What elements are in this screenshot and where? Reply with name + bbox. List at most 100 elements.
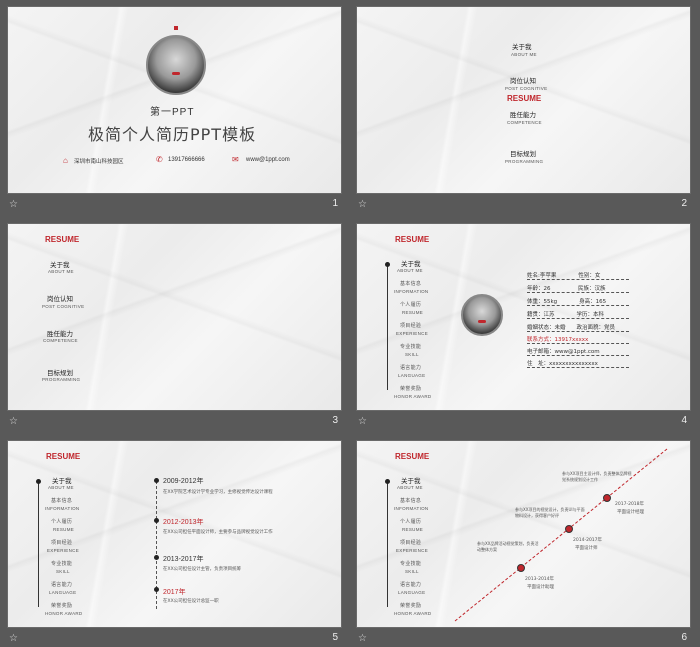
star-icon[interactable]: ☆ — [358, 199, 367, 210]
slide-footer-4: ☆ 4 — [356, 413, 691, 433]
menu-comp-en: COMPETENCE — [507, 120, 542, 125]
slide1-web: www@1ppt.com — [246, 157, 290, 163]
menu-plan-en: PROGRAMMING — [42, 377, 81, 382]
timeline-text: 在XX公司担任设计总监一职 — [163, 599, 219, 604]
side-lang-cn: 语言能力 — [51, 582, 73, 588]
home-icon: ⌂ — [63, 156, 68, 165]
timeline-dot — [154, 518, 159, 523]
side-skill-en: SKILL — [405, 352, 419, 357]
phone-icon: ✆ — [156, 155, 163, 164]
side-about-cn: 关于我 — [401, 260, 421, 268]
resume-heading: RESUME — [395, 235, 430, 244]
menu-post-en: POST COGNITIVE — [42, 304, 85, 309]
diagonal-timeline — [454, 448, 668, 622]
menu-post-cn: 岗位认知 — [510, 77, 536, 85]
slide-thumbnail-3[interactable]: RESUME 关于我 ABOUT ME 岗位认知 POST COGNITIVE … — [7, 223, 342, 435]
info-row: 姓名:李苹果 性别：女 — [527, 271, 629, 280]
info-row-contact: 联系方式：13917xxxxx — [527, 335, 629, 344]
menu-resume: RESUME — [507, 94, 542, 103]
timeline-text: 在XX公司担任设计主管，负责项目统筹 — [163, 567, 242, 572]
menu-comp-en: COMPETENCE — [43, 338, 78, 343]
milestone-year: 2013-2014年 — [525, 577, 555, 582]
timeline-text: 在XX学院艺术设计学专业学习，主修视觉传达设计课程 — [163, 490, 273, 495]
side-honor-cn: 荣誉奖励 — [400, 386, 422, 392]
slide-canvas-3: RESUME 关于我 ABOUT ME 岗位认知 POST COGNITIVE … — [7, 223, 342, 411]
slide-thumbnail-5[interactable]: RESUME 关于我 ABOUT ME 基本信息 INFORMATION 个人履… — [7, 440, 342, 647]
menu-plan-cn: 目标规划 — [510, 150, 536, 158]
side-info-cn: 基本信息 — [51, 498, 73, 504]
red-marker — [174, 26, 178, 30]
milestone-year: 2014-2017年 — [573, 538, 603, 543]
resume-heading: RESUME — [46, 452, 81, 461]
milestone-role: 平面设计助理 — [527, 585, 554, 590]
menu-about-en: ABOUT ME — [511, 52, 537, 57]
star-icon[interactable]: ☆ — [358, 416, 367, 427]
milestone-role: 平面设计经理 — [617, 510, 644, 515]
side-exp-en: EXPERIENCE — [396, 331, 429, 336]
slide-canvas-1: 第一PPT 极简个人简历PPT模板 ⌂ 深圳市南山科技园区 ✆ 13917666… — [7, 6, 342, 194]
info-row: 电子邮箱：www@1ppt.com — [527, 347, 629, 356]
slide-footer-1: ☆ 1 — [7, 196, 342, 216]
slide-thumbnail-6[interactable]: RESUME 关于我 ABOUT ME 基本信息 INFORMATION 个人履… — [356, 440, 691, 647]
timeline-year: 2017年 — [163, 589, 186, 596]
slide-thumbnail-1[interactable]: 第一PPT 极简个人简历PPT模板 ⌂ 深圳市南山科技园区 ✆ 13917666… — [7, 6, 342, 218]
side-info-en: INFORMATION — [45, 506, 80, 511]
menu-post-cn: 岗位认知 — [47, 295, 73, 303]
timeline-dot — [154, 555, 159, 560]
side-exp-cn: 项目经验 — [51, 540, 73, 546]
side-lang-en: LANGUAGE — [398, 373, 426, 378]
menu-plan-en: PROGRAMMING — [505, 159, 544, 164]
mail-icon: ✉ — [232, 155, 239, 164]
slide1-address: 深圳市南山科技园区 — [74, 159, 124, 165]
side-exp-cn: 项目经验 — [400, 323, 422, 329]
menu-about-en: ABOUT ME — [48, 269, 74, 274]
resume-heading: RESUME — [45, 235, 80, 244]
slide-thumbnail-2[interactable]: 关于我 ABOUT ME 岗位认知 POST COGNITIVE RESUME … — [356, 6, 691, 218]
star-icon[interactable]: ☆ — [358, 633, 367, 644]
side-lang-cn: 语言能力 — [400, 365, 422, 371]
menu-comp-cn: 胜任能力 — [47, 330, 73, 338]
side-skill-cn: 专业技能 — [51, 561, 73, 567]
menu-plan-cn: 目标规划 — [47, 369, 73, 377]
timeline-dot — [154, 587, 159, 592]
slide-number: 4 — [681, 415, 687, 426]
slide-thumbnail-4[interactable]: RESUME 关于我 ABOUT ME 基本信息 INFORMATION 个人履… — [356, 223, 691, 435]
side-resume-en: RESUME — [53, 527, 75, 532]
milestone-role: 平面设计师 — [575, 546, 598, 551]
timeline-year: 2012-2013年 — [163, 519, 204, 526]
side-about-en: ABOUT ME — [397, 268, 423, 273]
avatar — [146, 35, 206, 95]
timeline-block: 参与XX项目的视觉设计，负责UI与平面物料设计，获得客户好评 — [515, 507, 585, 518]
menu-post-en: POST COGNITIVE — [505, 86, 548, 91]
side-skill-cn: 专业技能 — [400, 344, 422, 350]
timeline-year: 2009-2012年 — [163, 478, 204, 485]
side-resume-en: RESUME — [402, 310, 424, 315]
slide-canvas-2: 关于我 ABOUT ME 岗位认知 POST COGNITIVE RESUME … — [356, 6, 691, 194]
star-icon[interactable]: ☆ — [9, 199, 18, 210]
timeline-block: 参与XX项目主设计师，负责整体品牌视觉系统规划设计工作 — [562, 471, 632, 482]
slide-number: 5 — [332, 632, 338, 643]
star-icon[interactable]: ☆ — [9, 416, 18, 427]
timeline-block: 参与XX品牌活动视觉策划，负责活动整体方案 — [477, 541, 539, 552]
timeline-dot — [154, 478, 159, 483]
slide-number: 1 — [332, 198, 338, 209]
side-honor-cn: 荣誉奖励 — [51, 603, 73, 609]
slide-canvas-6: RESUME 关于我 ABOUT ME 基本信息 INFORMATION 个人履… — [356, 440, 691, 628]
menu-about-cn: 关于我 — [50, 261, 70, 269]
slide-number: 2 — [681, 198, 687, 209]
side-info-en: INFORMATION — [394, 289, 429, 294]
menu-about-cn: 关于我 — [512, 43, 532, 51]
info-row: 体重：55kg 身高：165 — [527, 297, 629, 306]
slide1-phone: 13917666666 — [168, 157, 205, 163]
side-honor-en: HONOR AWARD — [45, 611, 83, 616]
info-row: 婚姻状态：未婚 政治面貌：党员 — [527, 323, 629, 332]
sidebar-line — [38, 481, 39, 607]
slide-canvas-4: RESUME 关于我 ABOUT ME 基本信息 INFORMATION 个人履… — [356, 223, 691, 411]
side-exp-en: EXPERIENCE — [47, 548, 80, 553]
star-icon[interactable]: ☆ — [9, 633, 18, 644]
slide-footer-6: ☆ 6 — [356, 630, 691, 647]
avatar — [461, 294, 503, 336]
menu-comp-cn: 胜任能力 — [510, 111, 536, 119]
side-about-cn: 关于我 — [52, 477, 72, 485]
side-resume-cn: 个人履历 — [51, 519, 73, 525]
